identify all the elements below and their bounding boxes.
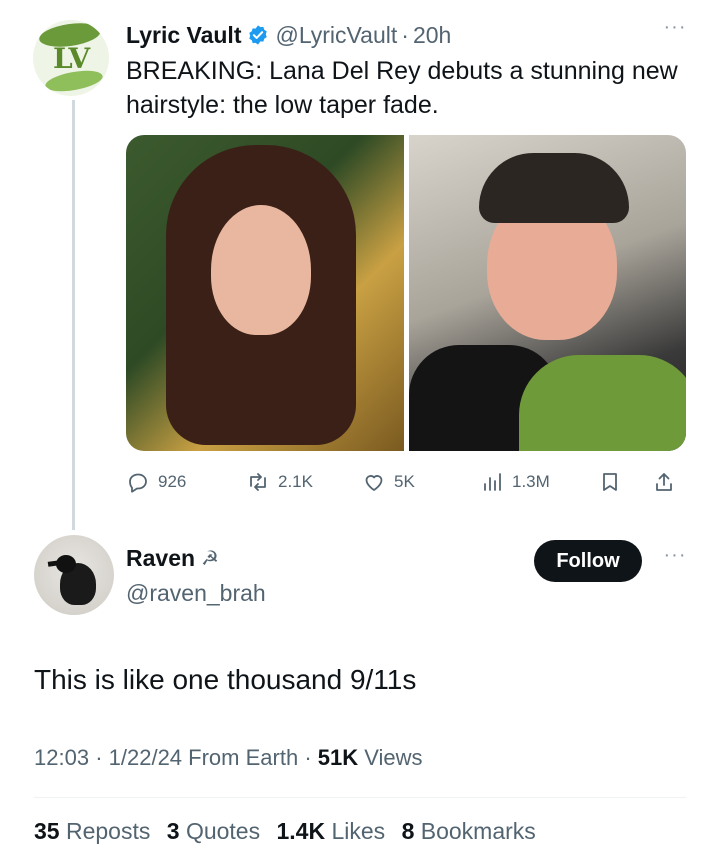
author-handle[interactable]: @LyricVault <box>275 22 397 49</box>
like-count: 5K <box>394 472 415 491</box>
hammer-sickle-icon: ☭ <box>201 547 219 570</box>
likes-count: 1.4K <box>276 818 326 844</box>
analytics-icon <box>484 473 501 491</box>
verified-badge-icon <box>247 24 269 46</box>
likes-label: Likes <box>331 818 386 844</box>
separator-dot: · <box>95 745 103 770</box>
photo-subject-hair <box>478 153 629 223</box>
bookmark-button[interactable] <box>598 462 630 502</box>
action-bar: 926 2.1K 5K 1.3M <box>126 462 686 502</box>
photo-subject-sweater <box>518 355 686 451</box>
separator-dot: · <box>401 21 409 48</box>
more-options-icon[interactable]: ··· <box>655 16 695 46</box>
bookmarks-count: 8 <box>401 818 415 844</box>
date[interactable]: 1/22/24 <box>109 745 182 770</box>
repost-button[interactable]: 2.1K <box>246 462 313 502</box>
share-icon <box>656 473 672 491</box>
reposts-label: Reposts <box>65 818 151 844</box>
share-button[interactable] <box>652 462 684 502</box>
thread-line <box>72 100 75 530</box>
tweet-meta: 12:03 · 1/22/24 From Earth · 51K Views <box>34 745 423 771</box>
photo-right[interactable] <box>408 135 686 451</box>
likes-stat[interactable]: 1.4K Likes <box>276 818 385 844</box>
avatar[interactable]: LV <box>33 20 109 96</box>
views-label: Views <box>364 745 423 770</box>
views-button[interactable]: 1.3M <box>480 462 550 502</box>
author-name[interactable]: Lyric Vault <box>126 22 241 49</box>
reposts-count: 35 <box>34 818 60 844</box>
tweet-header: Lyric Vault @LyricVault · 20h <box>126 18 451 52</box>
tweet-media[interactable] <box>126 135 686 451</box>
divider <box>34 797 686 798</box>
reply-icon <box>129 473 147 493</box>
quotes-count: 3 <box>166 818 180 844</box>
repost-count: 2.1K <box>278 472 313 491</box>
reposts-stat[interactable]: 35 Reposts <box>34 818 150 844</box>
heart-icon <box>365 475 383 491</box>
photo-subject-face <box>211 205 311 335</box>
views-count: 51K <box>317 745 359 770</box>
reply-author: Raven ☭ <box>126 542 219 574</box>
reply-button[interactable]: 926 <box>126 462 186 502</box>
quotes-label: Quotes <box>185 818 261 844</box>
author-handle[interactable]: @raven_brah <box>126 580 266 607</box>
author-name[interactable]: Raven <box>126 545 195 572</box>
avatar[interactable] <box>34 535 114 615</box>
engagement-stats: 35 Reposts 3 Quotes 1.4K Likes 8 Bookmar… <box>34 818 546 845</box>
tweet-text: BREAKING: Lana Del Rey debuts a stunning… <box>126 57 678 119</box>
follow-button[interactable]: Follow <box>534 540 642 582</box>
avatar-initials: LV <box>52 42 90 75</box>
quotes-stat[interactable]: 3 Quotes <box>167 818 260 844</box>
reply-count: 926 <box>158 472 187 491</box>
bookmark-icon <box>603 473 617 491</box>
repost-icon <box>250 473 266 491</box>
like-button[interactable]: 5K <box>362 462 415 502</box>
source: From Earth <box>188 745 299 770</box>
timestamp[interactable]: 12:03 <box>34 745 89 770</box>
timestamp[interactable]: 20h <box>413 22 451 49</box>
views-count: 1.3M <box>512 472 550 491</box>
reply-text: This is like one thousand 9/11s <box>34 664 417 695</box>
photo-left[interactable] <box>126 135 404 451</box>
bookmarks-label: Bookmarks <box>420 818 536 844</box>
separator-dot: · <box>304 745 312 770</box>
more-options-icon[interactable]: ··· <box>655 544 695 574</box>
bookmarks-stat[interactable]: 8 Bookmarks <box>402 818 536 844</box>
